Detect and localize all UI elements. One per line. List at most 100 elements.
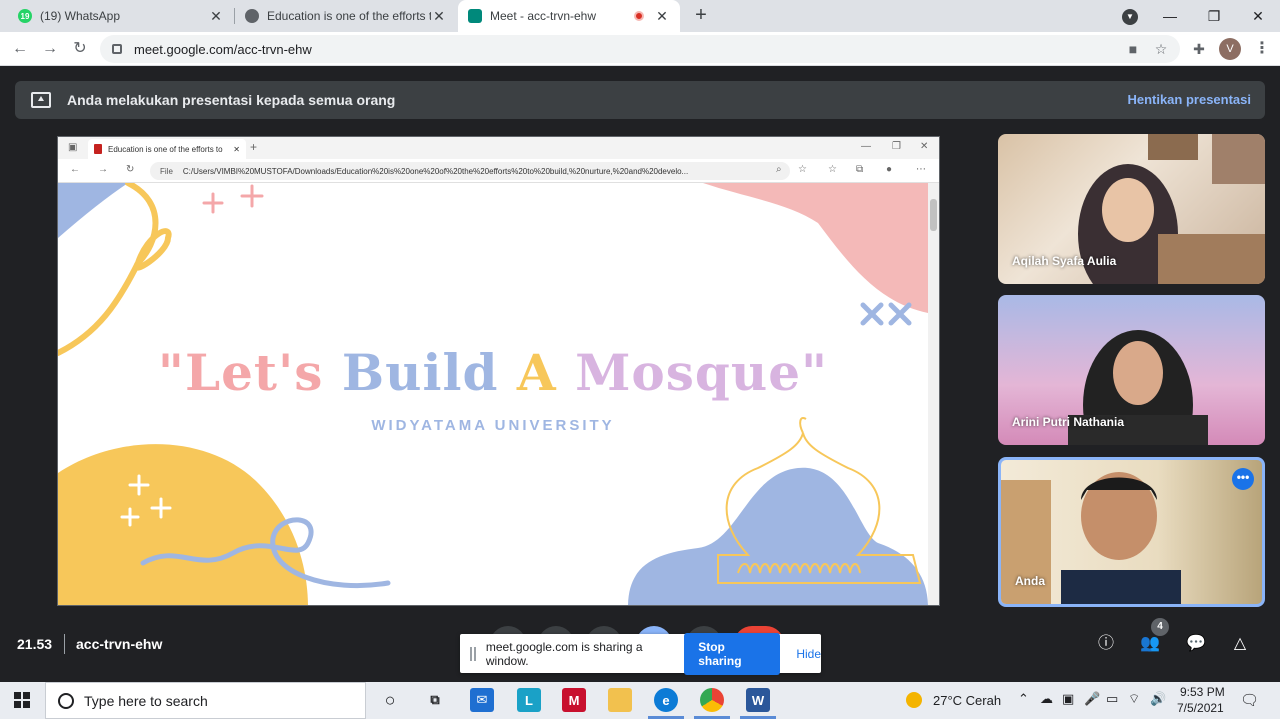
new-tab-button[interactable]: + — [690, 5, 712, 27]
tab-actions-icon: ▣ — [68, 142, 78, 153]
maximize-icon: ❐ — [892, 141, 901, 152]
search-icon: ⌕ — [776, 164, 782, 175]
close-icon[interactable]: ✕ — [208, 8, 224, 25]
participant-tile[interactable]: Arini Putri Nathania — [998, 295, 1265, 445]
recording-icon — [634, 11, 644, 21]
sharing-text: meet.google.com is sharing a window. — [485, 639, 643, 668]
meet-stage: Anda melakukan presentasi kepada semua o… — [0, 66, 1280, 682]
forward-icon: → — [98, 164, 108, 175]
whatsapp-icon: 19 — [18, 9, 32, 23]
star-icon: ☆ — [798, 164, 807, 175]
meet-tray-icon[interactable]: ▣ — [1062, 691, 1074, 707]
collections-icon: ⧉ — [856, 164, 864, 175]
slide-title-word: Build — [341, 343, 517, 402]
slide-title-word: Mosque" — [575, 343, 829, 402]
close-icon: ✕ — [233, 144, 240, 154]
yellow-blob — [58, 444, 308, 605]
camera-icon[interactable]: ■ — [1124, 40, 1142, 58]
edge-icon[interactable]: e — [654, 688, 678, 712]
clock-time[interactable]: 9:53 PM — [1180, 685, 1225, 699]
more-options-icon[interactable]: ••• — [1232, 468, 1254, 490]
star-icon[interactable]: ☆ — [1152, 40, 1170, 58]
task-view-icon[interactable]: ⧉ — [423, 688, 447, 712]
profile-avatar[interactable]: V — [1219, 38, 1241, 60]
reload-icon: ↻ — [126, 164, 135, 175]
globe-icon — [245, 9, 259, 23]
reload-icon[interactable]: ↻ — [68, 37, 92, 61]
cloud-icon[interactable]: ☁ — [1040, 691, 1053, 707]
word-icon[interactable]: W — [746, 688, 770, 712]
tab-label: Meet - acc-trvn-ehw — [490, 9, 597, 23]
hide-button[interactable]: Hide — [796, 647, 821, 661]
taskbar-search[interactable]: Type here to search — [45, 682, 366, 719]
file-path: C:/Users/VIMBI%20MUSTOFA/Downloads/Educa… — [182, 166, 689, 176]
stop-sharing-button[interactable]: Stop sharing — [684, 632, 781, 675]
shared-scrollbar — [928, 183, 939, 605]
presenting-banner: Anda melakukan presentasi kepada semua o… — [15, 81, 1265, 119]
pdf-icon — [94, 144, 102, 154]
divider — [64, 634, 65, 654]
forward-icon[interactable]: → — [38, 37, 62, 61]
blue-corner-shape — [58, 183, 128, 238]
tab-search-icon[interactable]: ▼ — [1122, 9, 1138, 25]
address-bar[interactable]: meet.google.com/acc-trvn-ehw — [100, 35, 1180, 63]
battery-icon[interactable]: ▭ — [1106, 691, 1118, 707]
meeting-code: acc-trvn-ehw — [76, 636, 163, 652]
self-participant-tile[interactable]: ••• Anda — [998, 457, 1265, 607]
weather-sun-icon — [906, 692, 922, 708]
close-icon[interactable]: ✕ — [654, 8, 670, 25]
present-icon — [31, 92, 51, 108]
info-icon[interactable]: ⓘ — [1094, 632, 1118, 656]
activities-icon[interactable]: △ — [1228, 632, 1252, 656]
meeting-time: 21.53 — [17, 636, 53, 652]
new-tab-icon: + — [250, 140, 258, 154]
stop-presenting-button[interactable]: Hentikan presentasi — [1127, 92, 1251, 107]
file-label: File — [160, 166, 173, 176]
back-icon[interactable]: ← — [8, 37, 32, 61]
menu-icon[interactable]: ⋮ — [1254, 38, 1270, 60]
mail-icon[interactable]: ✉ — [470, 688, 494, 712]
chat-icon[interactable]: 💬 — [1184, 632, 1208, 656]
windows-start-icon[interactable] — [14, 692, 30, 708]
scroll-thumb — [930, 199, 937, 231]
maximize-icon[interactable]: ❐ — [1192, 0, 1236, 32]
slide-title-word: A — [516, 343, 576, 402]
shared-address-bar: ← → ↻ File C:/Users/VIMBI%20MUSTOFA/Down… — [58, 159, 939, 183]
drag-handle-icon[interactable] — [470, 646, 476, 661]
network-icon[interactable]: ⌔ — [1128, 691, 1140, 707]
mcafee-icon[interactable]: M — [562, 688, 586, 712]
shared-window: ▣ Education is one of the efforts to ✕ +… — [57, 136, 940, 606]
windows-taskbar: Type here to search ○ ⧉ ✉ L M e W 27°C C… — [0, 682, 1280, 719]
tab-label: (19) WhatsApp — [40, 9, 121, 23]
app-l-icon[interactable]: L — [517, 688, 541, 712]
tab-whatsapp[interactable]: 19 (19) WhatsApp ✕ — [8, 0, 234, 32]
blue-crosses — [860, 302, 912, 326]
extensions-icon[interactable]: ✚ — [1190, 40, 1208, 58]
slide-subtitle: WIDYATAMA UNIVERSITY — [371, 417, 615, 434]
clock-date[interactable]: 7/5/2021 — [1177, 701, 1224, 715]
meet-icon — [468, 9, 482, 23]
notification-icon[interactable]: 🗨 — [1240, 691, 1259, 709]
presenting-text: Anda melakukan presentasi kepada semua o… — [67, 92, 396, 108]
cortana-icon[interactable]: ○ — [378, 688, 402, 712]
close-icon[interactable]: ✕ — [431, 8, 447, 25]
microphone-icon[interactable]: 🎤 — [1084, 691, 1100, 707]
profile-icon: ● — [886, 164, 893, 175]
tab-meet[interactable]: Meet - acc-trvn-ehw ✕ — [458, 0, 680, 32]
menu-icon: ⋯ — [916, 164, 926, 175]
file-explorer-icon[interactable] — [608, 688, 632, 712]
browser-tab-strip: 19 (19) WhatsApp ✕ Education is one of t… — [0, 0, 1280, 32]
participant-tile[interactable]: Aqilah Syafa Aulia — [998, 134, 1265, 284]
volume-icon[interactable]: 🔊 — [1150, 691, 1166, 707]
lock-icon — [112, 44, 122, 54]
window-close-icon[interactable]: ✕ — [1236, 0, 1280, 32]
shared-tab-strip: ▣ Education is one of the efforts to ✕ +… — [58, 137, 939, 159]
tab-education[interactable]: Education is one of the efforts to ✕ — [235, 0, 457, 32]
show-hidden-icons[interactable]: ⌃ — [1018, 691, 1029, 707]
sharing-notification: meet.google.com is sharing a window. Sto… — [460, 632, 821, 675]
chrome-icon[interactable] — [700, 688, 724, 712]
weather-text[interactable]: 27°C Cerah — [933, 693, 1001, 708]
minimize-icon[interactable]: — — [1148, 0, 1192, 32]
slide-title: "Let's Build A Mosque" — [58, 343, 928, 402]
participant-name: Arini Putri Nathania — [1012, 415, 1125, 429]
